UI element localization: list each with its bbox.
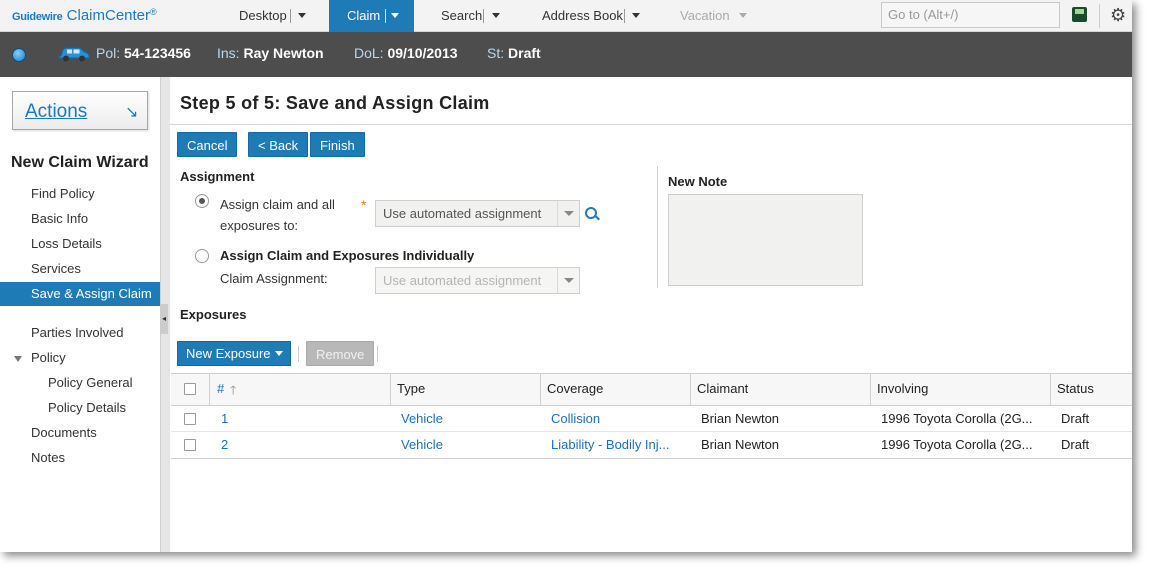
sidebar-item-policy[interactable]: Policy	[0, 346, 160, 370]
exposures-table: # Type Coverage Claimant Involving Statu…	[171, 373, 1132, 459]
sidebar-item-find-policy[interactable]: Find Policy	[0, 182, 160, 206]
chevron-down-icon	[557, 268, 579, 293]
exposures-heading: Exposures	[180, 307, 247, 322]
chevron-down-icon	[557, 201, 579, 226]
row-checkbox[interactable]	[184, 439, 196, 451]
new-exposure-button[interactable]: New Exposure	[177, 341, 291, 366]
policy-number[interactable]: Pol: 54-123456	[96, 45, 191, 61]
exposure-number-link[interactable]: 1	[214, 406, 384, 432]
top-nav: Guidewire ClaimCenter® Desktop Claim Sea…	[0, 0, 1132, 32]
gear-icon[interactable]: ⚙	[1110, 6, 1126, 24]
desktop-dropdown-icon[interactable]	[298, 13, 306, 18]
divider	[170, 124, 1132, 125]
chevron-down-icon	[275, 351, 283, 356]
claim-status: St: Draft	[487, 45, 541, 61]
actions-button[interactable]: Actions ↘	[12, 91, 148, 130]
tab-desktop[interactable]: Desktop	[239, 0, 287, 32]
column-header-coverage[interactable]: Coverage	[540, 376, 603, 402]
table-header	[171, 374, 1132, 406]
claim-assignment-select: Use automated assignment	[375, 267, 580, 294]
exposure-involving: 1996 Toyota Corolla (2G...	[881, 437, 1033, 452]
sidebar-item-services[interactable]: Services	[0, 257, 160, 281]
save-icon[interactable]	[1072, 7, 1087, 22]
row-checkbox[interactable]	[184, 413, 196, 425]
nav-separator	[385, 9, 386, 23]
sidebar-item-documents[interactable]: Documents	[0, 421, 160, 445]
assign-all-select[interactable]: Use automated assignment	[375, 200, 580, 227]
assignment-heading: Assignment	[180, 169, 255, 184]
exposure-involving: 1996 Toyota Corolla (2G...	[881, 411, 1033, 426]
nav-separator	[1099, 4, 1100, 28]
sidebar-item-parties-involved[interactable]: Parties Involved	[0, 321, 160, 345]
sidebar-item-notes[interactable]: Notes	[0, 446, 160, 470]
sidebar-item-policy-general[interactable]: Policy General	[0, 371, 160, 395]
sidebar-item-save-assign-claim[interactable]: Save & Assign Claim	[0, 282, 160, 306]
required-indicator: *	[361, 197, 367, 213]
exposure-claimant: Brian Newton	[701, 411, 780, 426]
back-button[interactable]: < Back	[248, 132, 309, 157]
column-header-status[interactable]: Status	[1050, 376, 1094, 402]
sidebar-item-policy-details[interactable]: Policy Details	[0, 396, 160, 420]
exposure-type-link[interactable]: Vehicle	[394, 432, 539, 458]
assign-individually-radio[interactable]	[195, 249, 209, 263]
nav-separator	[624, 9, 625, 23]
exposure-claimant: Brian Newton	[701, 437, 780, 452]
exposure-coverage-link[interactable]: Collision	[544, 406, 689, 432]
sidebar	[0, 77, 160, 552]
address-book-dropdown-icon[interactable]	[632, 13, 640, 18]
sidebar-item-loss-details[interactable]: Loss Details	[0, 232, 160, 256]
remove-button: Remove	[306, 341, 375, 366]
insured-name[interactable]: Ins: Ray Newton	[217, 45, 324, 61]
app-window: Guidewire ClaimCenter® Desktop Claim Sea…	[0, 0, 1132, 552]
select-all-checkbox[interactable]	[184, 383, 196, 395]
exposure-coverage-link[interactable]: Liability - Bodily Inj...	[544, 432, 689, 458]
tab-vacation: Vacation	[680, 8, 730, 23]
wizard-title: New Claim Wizard	[11, 154, 149, 171]
exposure-status: Draft	[1061, 437, 1090, 452]
column-header-type[interactable]: Type	[390, 376, 425, 402]
tab-search[interactable]: Search	[441, 0, 482, 32]
car-icon	[58, 47, 90, 62]
exposure-status: Draft	[1061, 411, 1090, 426]
nav-separator	[483, 9, 484, 23]
assign-all-label: Assign claim and all exposures to:	[220, 197, 335, 233]
status-indicator-icon	[12, 48, 26, 62]
exposure-type-link[interactable]: Vehicle	[394, 406, 539, 432]
expand-triangle-icon[interactable]	[14, 356, 22, 362]
collapse-sidebar-icon[interactable]: ◂	[160, 304, 168, 334]
search-dropdown-icon[interactable]	[492, 13, 500, 18]
sort-ascending-icon[interactable]: 🡑	[230, 381, 236, 402]
toolbar-separator	[377, 346, 378, 362]
goto-input[interactable]: Go to (Alt+/)	[881, 2, 1060, 28]
divider	[657, 166, 658, 288]
page-title: Step 5 of 5: Save and Assign Claim	[180, 93, 490, 113]
finish-button[interactable]: Finish	[310, 132, 365, 157]
arrow-down-right-icon: ↘	[125, 104, 139, 121]
sidebar-item-basic-info[interactable]: Basic Info	[0, 207, 160, 231]
claim-assignment-label: Claim Assignment:	[220, 271, 328, 286]
vacation-dropdown-icon	[739, 13, 747, 18]
search-icon[interactable]	[585, 207, 597, 219]
column-header-number[interactable]: #	[210, 376, 224, 402]
tab-claim[interactable]: Claim	[329, 0, 414, 32]
app-logo: Guidewire ClaimCenter®	[12, 7, 157, 24]
exposure-number-link[interactable]: 2	[214, 432, 384, 458]
cancel-button[interactable]: Cancel	[177, 132, 238, 157]
claim-dropdown-icon[interactable]	[391, 13, 399, 18]
assign-individually-label: Assign Claim and Exposures Individually	[220, 248, 475, 263]
assign-all-radio[interactable]	[195, 194, 209, 208]
new-note-textarea[interactable]	[668, 194, 863, 286]
column-header-claimant[interactable]: Claimant	[690, 376, 748, 402]
toolbar-separator	[298, 346, 299, 362]
tab-address-book[interactable]: Address Book	[542, 0, 623, 32]
date-of-loss: DoL: 09/10/2013	[354, 45, 458, 61]
column-header-involving[interactable]: Involving	[870, 376, 928, 402]
nav-separator	[290, 9, 291, 23]
new-note-heading: New Note	[668, 174, 728, 189]
